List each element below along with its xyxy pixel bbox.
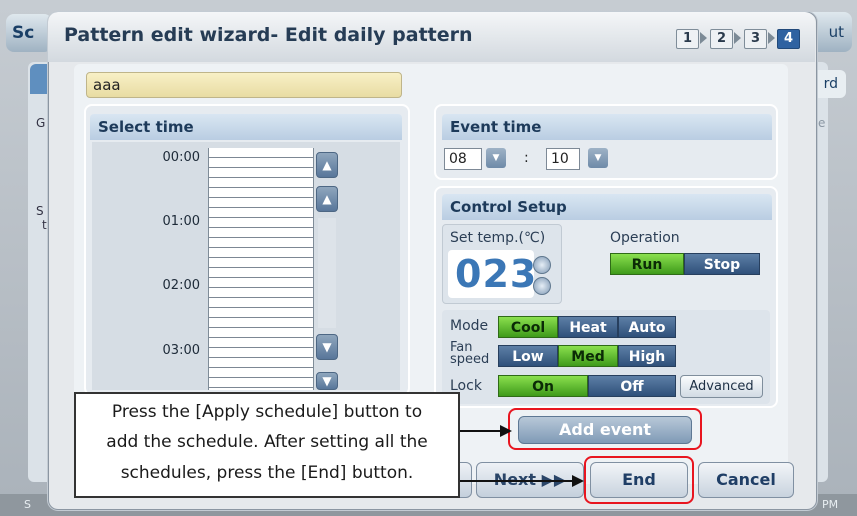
- wizard-step-3: 3: [744, 29, 767, 49]
- fan-low-button[interactable]: Low: [498, 345, 558, 367]
- arrow-right-icon: [500, 425, 512, 437]
- add-event-highlight: [508, 408, 702, 450]
- scroll-down-button[interactable]: ▼: [316, 334, 338, 360]
- fan-high-button[interactable]: High: [618, 345, 676, 367]
- wizard-step-1: 1: [676, 29, 699, 49]
- step-arrow-icon: [700, 32, 707, 44]
- time-slot-column[interactable]: [208, 148, 314, 390]
- background-status-left: S: [24, 498, 31, 511]
- temp-up-button[interactable]: [533, 256, 551, 274]
- mode-label: Mode: [450, 318, 489, 334]
- advanced-button[interactable]: Advanced: [680, 375, 763, 398]
- fan-med-button[interactable]: Med: [558, 345, 618, 367]
- speed-label: speed: [450, 352, 490, 367]
- time-label: 00:00: [162, 150, 200, 165]
- time-label: 02:00: [162, 278, 200, 293]
- double-chevron-up-icon: ▲: [322, 158, 332, 172]
- operation-stop-button[interactable]: Stop: [684, 253, 760, 275]
- event-hour-select[interactable]: 08: [444, 148, 482, 170]
- callout-arrow-line: [460, 480, 574, 482]
- chevron-up-icon: ▲: [322, 192, 332, 206]
- time-separator: :: [524, 150, 529, 166]
- time-label: 03:00: [162, 343, 200, 358]
- callout-line: Press the [Apply schedule] button to: [111, 402, 423, 422]
- background-title: Sc: [6, 14, 52, 52]
- event-minute-select[interactable]: 10: [546, 148, 580, 170]
- lock-on-button[interactable]: On: [498, 375, 588, 397]
- step-arrow-icon: [768, 32, 775, 44]
- wizard-step-4: 4: [777, 29, 800, 49]
- scroll-top-button[interactable]: ▲: [316, 152, 338, 178]
- wizard-step-2: 2: [710, 29, 733, 49]
- step-arrow-icon: [734, 32, 741, 44]
- cancel-button[interactable]: Cancel: [698, 462, 794, 498]
- callout-line: add the schedule. After setting all the: [106, 432, 428, 452]
- operation-label: Operation: [610, 230, 680, 246]
- operation-run-button[interactable]: Run: [610, 253, 684, 275]
- background-label: e: [818, 116, 826, 130]
- pattern-name-field[interactable]: aaa: [86, 72, 402, 98]
- scroll-up-button[interactable]: ▲: [316, 186, 338, 212]
- callout-line: schedules, press the [End] button.: [120, 463, 414, 483]
- fan-speed-label: Fan speed: [450, 341, 490, 367]
- chevron-down-icon: ▼: [322, 340, 332, 354]
- mode-auto-button[interactable]: Auto: [618, 316, 676, 338]
- set-temp-label: Set temp.(℃): [450, 230, 546, 246]
- control-setup-title: Control Setup: [442, 194, 772, 220]
- lock-off-button[interactable]: Off: [588, 375, 676, 397]
- background-label: t: [42, 218, 47, 232]
- temp-down-button[interactable]: [533, 277, 551, 295]
- background-label: G: [36, 116, 46, 130]
- mode-heat-button[interactable]: Heat: [558, 316, 618, 338]
- end-highlight: [584, 456, 694, 504]
- time-label: 01:00: [162, 214, 200, 229]
- background-clock: PM: [822, 498, 839, 511]
- callout-arrow-line: [460, 430, 504, 432]
- select-time-title: Select time: [90, 114, 402, 140]
- mode-cool-button[interactable]: Cool: [498, 316, 558, 338]
- scrollbar-track[interactable]: [318, 218, 336, 328]
- chevron-down-icon[interactable]: ▼: [486, 148, 506, 168]
- dialog-title: Pattern edit wizard- Edit daily pattern: [64, 24, 473, 46]
- arrow-right-icon: [572, 475, 584, 487]
- scroll-bottom-button[interactable]: ▼: [316, 372, 338, 390]
- double-chevron-down-icon: ▼: [322, 374, 332, 388]
- chevron-down-icon[interactable]: ▼: [588, 148, 608, 168]
- background-label: S: [36, 204, 44, 218]
- event-time-title: Event time: [442, 114, 772, 140]
- temp-value: 023: [455, 252, 538, 296]
